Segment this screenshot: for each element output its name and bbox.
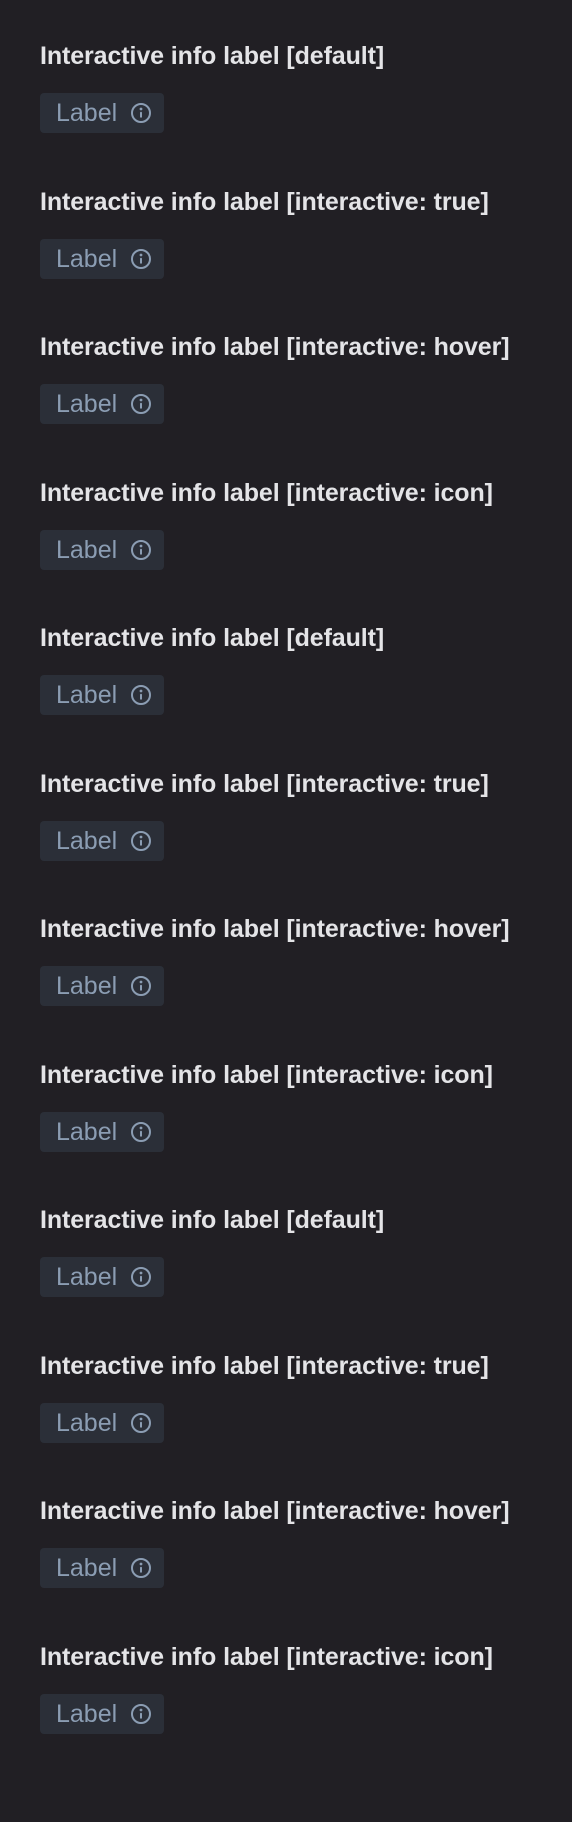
info-icon[interactable]: [130, 1266, 152, 1288]
info-label-chip[interactable]: Label: [40, 93, 164, 133]
info-label-chip[interactable]: Label: [40, 1693, 164, 1734]
chip-label: Label: [56, 1408, 118, 1437]
chip-label: Label: [56, 244, 118, 273]
section-heading: Interactive info label [interactive: hov…: [40, 915, 510, 943]
info-icon[interactable]: [130, 1121, 152, 1143]
info-label-chip[interactable]: Label: [40, 1111, 164, 1152]
chip-label: Label: [56, 681, 118, 709]
info-label-chip[interactable]: Label: [40, 1257, 164, 1297]
info-icon[interactable]: [130, 975, 152, 997]
info-label-chip[interactable]: Label: [40, 238, 164, 279]
chip-label: Label: [56, 99, 118, 127]
section-heading: Interactive info label [interactive: tru…: [40, 187, 489, 216]
info-label-chip[interactable]: Label: [40, 675, 164, 715]
section-heading: Interactive info label [default]: [40, 1206, 385, 1234]
info-icon[interactable]: [130, 830, 152, 852]
info-label-chip[interactable]: Label: [40, 966, 164, 1006]
info-icon[interactable]: [130, 393, 152, 415]
section-heading: Interactive info label [interactive: tru…: [40, 769, 489, 798]
section-heading: Interactive info label [default]: [40, 624, 385, 652]
info-label-chip[interactable]: Label: [40, 1402, 164, 1443]
info-label-showcase: Interactive info label [default] Label I…: [0, 0, 572, 1802]
info-label-chip[interactable]: Label: [40, 820, 164, 861]
info-icon[interactable]: [130, 684, 152, 706]
info-label-chip[interactable]: Label: [40, 1548, 164, 1588]
chip-label: Label: [56, 1263, 118, 1291]
info-icon[interactable]: [130, 539, 152, 561]
section-heading: Interactive info label [interactive: ico…: [40, 478, 493, 507]
info-icon[interactable]: [130, 248, 152, 270]
chip-label: Label: [56, 1117, 118, 1146]
section-interactive-icon-3: Interactive info label [interactive: ico…: [40, 1643, 572, 1803]
section-heading: Interactive info label [interactive: hov…: [40, 333, 510, 361]
section-heading: Interactive info label [default]: [40, 42, 385, 70]
chip-label: Label: [56, 1699, 118, 1728]
info-icon[interactable]: [130, 102, 152, 124]
info-icon[interactable]: [130, 1557, 152, 1579]
section-heading: Interactive info label [interactive: hov…: [40, 1497, 510, 1525]
info-label-chip[interactable]: Label: [40, 529, 164, 570]
chip-label: Label: [56, 972, 118, 1000]
section-heading: Interactive info label [interactive: ico…: [40, 1060, 493, 1089]
chip-label: Label: [56, 1554, 118, 1582]
info-icon[interactable]: [130, 1703, 152, 1725]
chip-label: Label: [56, 535, 118, 564]
info-label-chip[interactable]: Label: [40, 384, 164, 424]
info-icon[interactable]: [130, 1412, 152, 1434]
section-heading: Interactive info label [interactive: ico…: [40, 1642, 493, 1671]
chip-label: Label: [56, 826, 118, 855]
section-heading: Interactive info label [interactive: tru…: [40, 1351, 489, 1380]
chip-label: Label: [56, 390, 118, 418]
